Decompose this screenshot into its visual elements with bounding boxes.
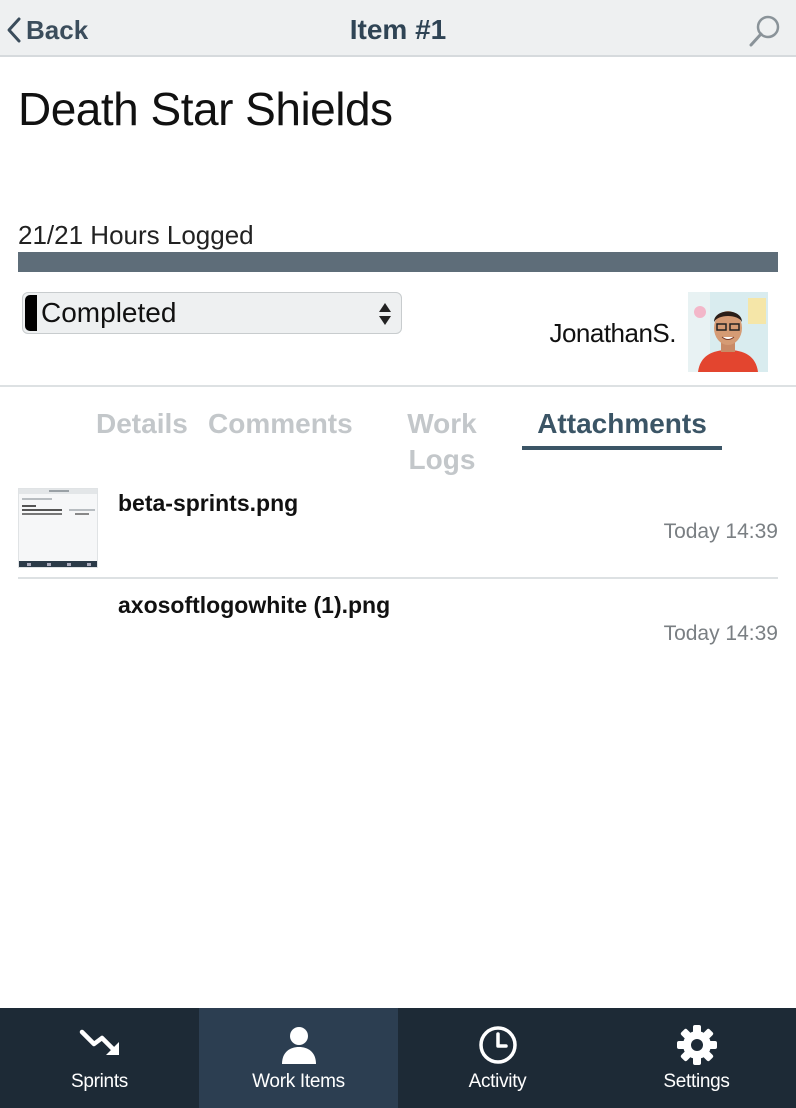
tabbar-sprints[interactable]: Sprints [0, 1008, 199, 1108]
image-preview [19, 489, 97, 567]
avatar-image [688, 292, 768, 372]
item-title: Death Star Shields [18, 83, 393, 135]
row-divider [18, 577, 778, 579]
page-title: Item #1 [349, 14, 447, 45]
attachment-name: beta-sprints.png [118, 490, 299, 516]
status-color-indicator [25, 295, 37, 331]
search-button[interactable] [748, 14, 782, 48]
item-tabs: Details Comments Work Logs Attachments [0, 406, 796, 475]
tab-work-logs[interactable]: Work Logs [373, 406, 511, 475]
tabbar-label: Activity [468, 1071, 527, 1092]
status-select[interactable]: Completed [22, 292, 402, 334]
bottom-tabbar: Sprints Work Items Activity Settings [0, 1008, 796, 1108]
section-divider [0, 385, 796, 387]
attachment-thumbnail [18, 488, 98, 568]
tabbar-label: Sprints [70, 1071, 129, 1092]
attachment-time: Today 14:39 [663, 622, 778, 645]
attachment-row[interactable]: axosoftlogowhite (1).png Today 14:39 [18, 590, 778, 650]
tabbar-label: Settings [663, 1071, 730, 1092]
select-arrows-icon [379, 303, 391, 325]
gear-icon [676, 1025, 717, 1065]
attachment-name: axosoftlogowhite (1).png [118, 592, 391, 618]
assignee-name: JonathanS. [549, 318, 676, 348]
clock-icon [478, 1026, 517, 1064]
hours-progress-bar [18, 252, 778, 272]
trend-down-icon [79, 1029, 119, 1055]
search-icon [749, 15, 780, 47]
tab-comments[interactable]: Comments [208, 406, 353, 450]
tabbar-work-items[interactable]: Work Items [199, 1008, 398, 1108]
tab-details[interactable]: Details [96, 406, 188, 450]
hours-progress-fill [18, 252, 778, 272]
avatar[interactable] [688, 292, 768, 372]
status-value: Completed [41, 297, 177, 328]
tab-attachments[interactable]: Attachments [522, 406, 722, 450]
tabbar-label: Work Items [252, 1071, 345, 1092]
person-icon [281, 1027, 316, 1064]
top-navbar: Back Item #1 [0, 0, 796, 57]
tabbar-activity[interactable]: Activity [398, 1008, 597, 1108]
attachment-time: Today 14:39 [663, 520, 778, 543]
hours-logged-text: 21/21 Hours Logged [18, 220, 254, 250]
attachment-row[interactable]: beta-sprints.png Today 14:39 [18, 488, 778, 570]
tabbar-settings[interactable]: Settings [597, 1008, 796, 1108]
